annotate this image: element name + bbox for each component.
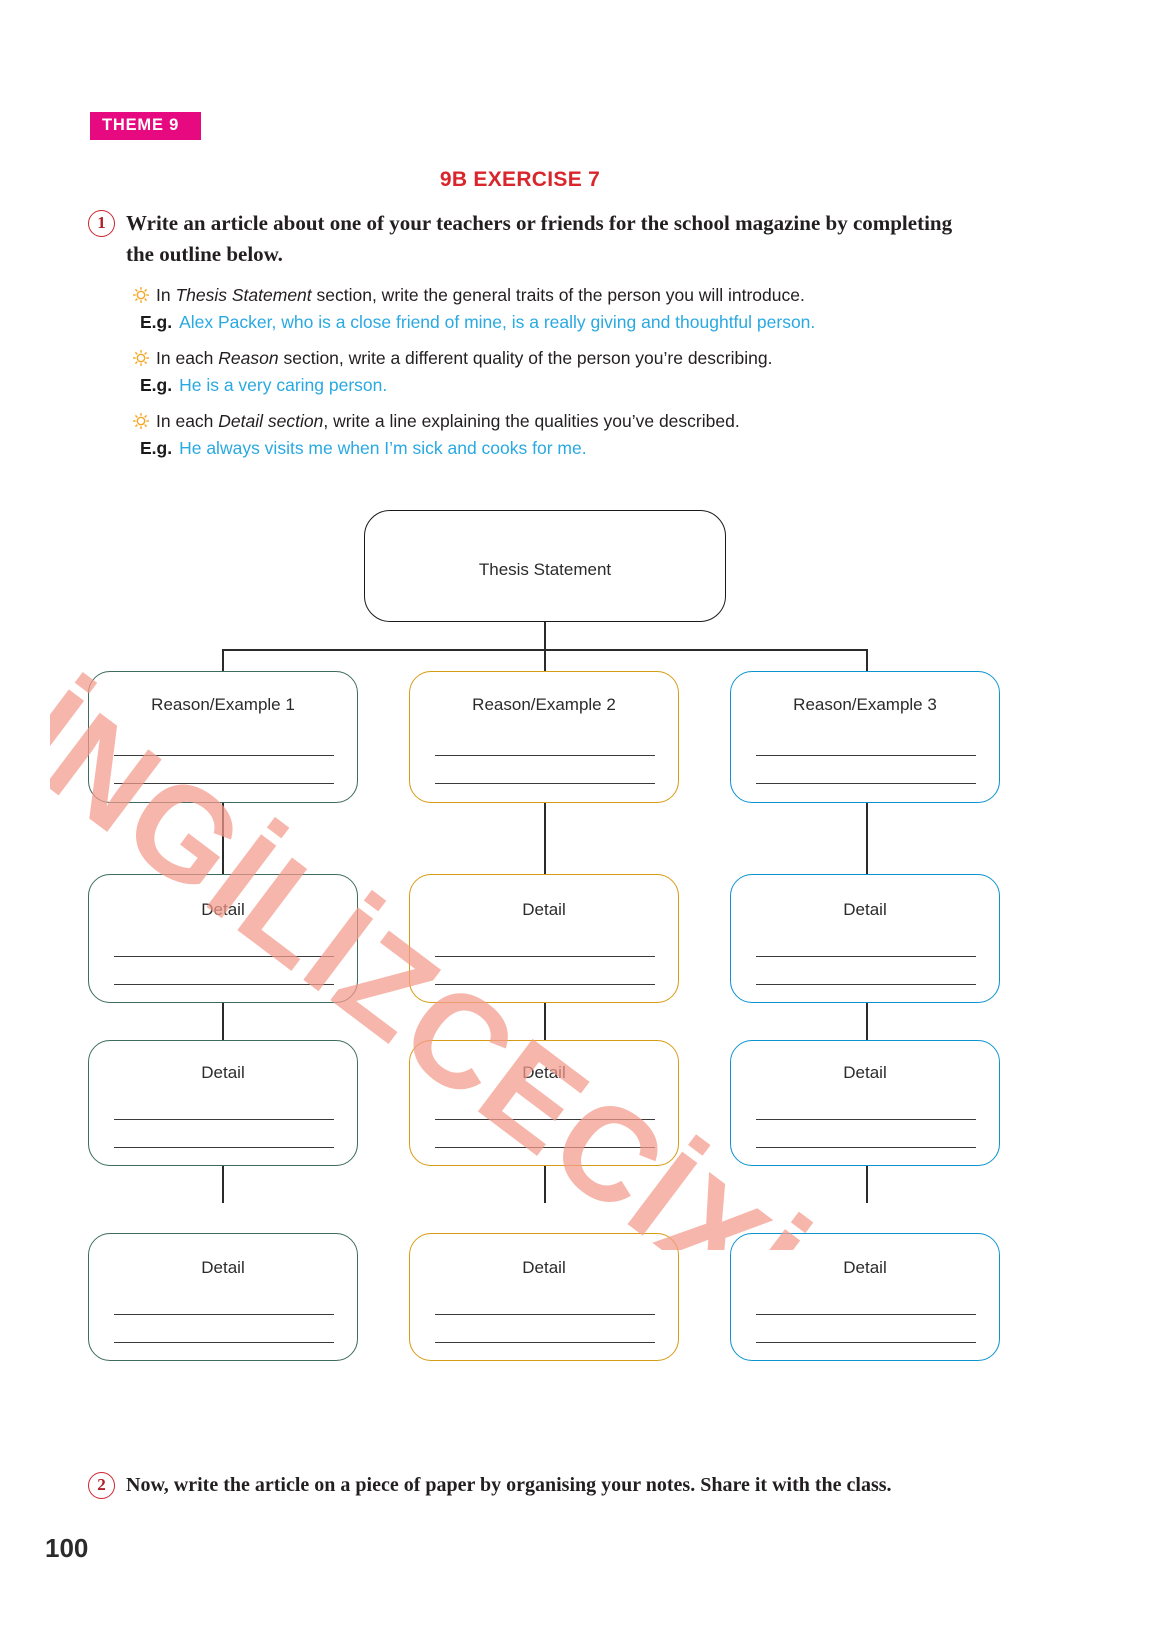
reason-example-box-1[interactable]: Reason/Example 1	[88, 671, 358, 803]
detail-label: Detail	[201, 1063, 245, 1082]
connector-drop-1	[222, 649, 224, 672]
sun-icon	[132, 348, 150, 368]
detail-box-1-2[interactable]: Detail	[88, 1040, 358, 1166]
instruction-item-1: In Thesis Statement section, write the g…	[132, 282, 1012, 336]
writing-line[interactable]	[435, 1314, 655, 1315]
example-text-3: He always visits me when I’m sick and co…	[179, 438, 587, 458]
writing-line[interactable]	[756, 1119, 976, 1120]
writing-line[interactable]	[114, 1147, 334, 1148]
writing-line[interactable]	[114, 783, 334, 784]
writing-line[interactable]	[435, 1147, 655, 1148]
writing-line[interactable]	[756, 755, 976, 756]
detail-box-3-2[interactable]: Detail	[730, 1040, 1000, 1166]
reason-example-box-2[interactable]: Reason/Example 2	[409, 671, 679, 803]
sun-icon	[132, 411, 150, 431]
instruction-text-3: In each Detail section, write a line exp…	[156, 411, 740, 431]
detail-box-2-1[interactable]: Detail	[409, 874, 679, 1003]
writing-line[interactable]	[756, 783, 976, 784]
reason-example-box-3[interactable]: Reason/Example 3	[730, 671, 1000, 803]
connector-col1-d1-d2	[222, 1003, 224, 1040]
writing-line[interactable]	[435, 783, 655, 784]
detail-label: Detail	[522, 1258, 566, 1277]
detail-label: Detail	[522, 900, 566, 919]
writing-line[interactable]	[435, 1342, 655, 1343]
writing-line[interactable]	[114, 956, 334, 957]
writing-line[interactable]	[756, 956, 976, 957]
instruction-line-2: In each Reason section, write a differen…	[132, 345, 1012, 371]
instruction-list: In Thesis Statement section, write the g…	[132, 282, 1012, 471]
instruction-line-3: In each Detail section, write a line exp…	[132, 408, 1012, 434]
instruction-text-1: In Thesis Statement section, write the g…	[156, 285, 805, 305]
detail-label: Detail	[843, 1063, 887, 1082]
writing-line[interactable]	[114, 1314, 334, 1315]
writing-line[interactable]	[435, 755, 655, 756]
writing-line[interactable]	[114, 1342, 334, 1343]
detail-box-1-1[interactable]: Detail	[88, 874, 358, 1003]
writing-line[interactable]	[435, 1119, 655, 1120]
detail-label: Detail	[843, 900, 887, 919]
reason-example-label-2: Reason/Example 2	[472, 695, 616, 714]
reason-example-label-1: Reason/Example 1	[151, 695, 295, 714]
writing-line[interactable]	[756, 1314, 976, 1315]
worksheet-page: THEME 9 9B EXERCISE 7 1 Write an article…	[0, 0, 1152, 1625]
writing-line[interactable]	[756, 984, 976, 985]
detail-box-2-2[interactable]: Detail	[409, 1040, 679, 1166]
sun-icon	[132, 285, 150, 305]
example-line-1: E.g. Alex Packer, who is a close friend …	[140, 308, 1012, 336]
writing-line[interactable]	[114, 1119, 334, 1120]
detail-label: Detail	[201, 1258, 245, 1277]
detail-box-3-3[interactable]: Detail	[730, 1233, 1000, 1361]
writing-line[interactable]	[114, 755, 334, 756]
thesis-statement-box[interactable]: Thesis Statement	[364, 510, 726, 622]
thesis-statement-label: Thesis Statement	[478, 560, 612, 579]
instruction-text-2: In each Reason section, write a differen…	[156, 348, 773, 368]
connector-col1-r-d1	[222, 802, 224, 874]
connector-drop-2	[544, 649, 546, 672]
reason-example-label-3: Reason/Example 3	[793, 695, 937, 714]
connector-col1-d2-d3	[222, 1166, 224, 1203]
example-label-1: E.g.	[140, 312, 173, 332]
example-line-2: E.g. He is a very caring person.	[140, 371, 1012, 399]
writing-line[interactable]	[114, 984, 334, 985]
detail-box-2-3[interactable]: Detail	[409, 1233, 679, 1361]
example-label-3: E.g.	[140, 438, 173, 458]
connector-col3-d2-d3	[866, 1166, 868, 1203]
connector-col2-r-d1	[544, 802, 546, 874]
instruction-line-1: In Thesis Statement section, write the g…	[132, 282, 1012, 308]
connector-col2-d2-d3	[544, 1166, 546, 1203]
example-text-2: He is a very caring person.	[179, 375, 388, 395]
writing-line[interactable]	[756, 1342, 976, 1343]
detail-box-3-1[interactable]: Detail	[730, 874, 1000, 1003]
connector-col3-d1-d2	[866, 1003, 868, 1040]
example-text-1: Alex Packer, who is a close friend of mi…	[179, 312, 816, 332]
detail-label: Detail	[522, 1063, 566, 1082]
detail-label: Detail	[201, 900, 245, 919]
detail-box-1-3[interactable]: Detail	[88, 1233, 358, 1361]
connector-col2-d1-d2	[544, 1003, 546, 1040]
writing-line[interactable]	[756, 1147, 976, 1148]
connector-thesis-stem	[544, 621, 546, 650]
writing-line[interactable]	[435, 956, 655, 957]
detail-label: Detail	[843, 1258, 887, 1277]
example-line-3: E.g. He always visits me when I’m sick a…	[140, 434, 1012, 462]
instruction-item-3: In each Detail section, write a line exp…	[132, 408, 1012, 462]
writing-line[interactable]	[435, 984, 655, 985]
connector-col3-r-d1	[866, 802, 868, 874]
instruction-item-2: In each Reason section, write a differen…	[132, 345, 1012, 399]
outline-diagram: Thesis Statement Reason/Example 1 Detail…	[0, 0, 1152, 1625]
connector-drop-3	[866, 649, 868, 672]
example-label-2: E.g.	[140, 375, 173, 395]
